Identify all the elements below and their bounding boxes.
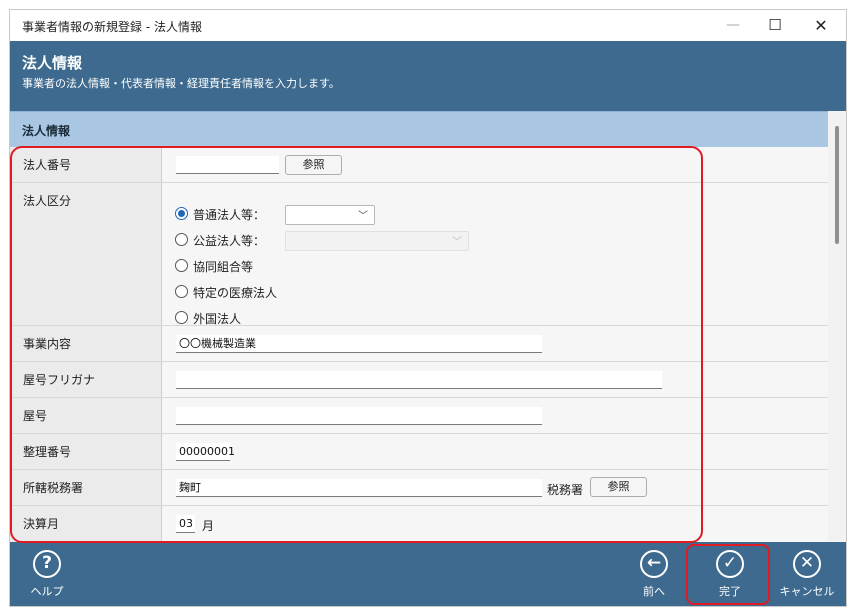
maximize-button[interactable]: ☐ [752, 10, 798, 41]
corp-number-input[interactable] [176, 156, 279, 174]
trade-name-input[interactable] [176, 407, 542, 425]
label-tax-office: 所轄税務署 [23, 481, 84, 495]
page-header: 法人情報 事業者の法人情報・代表者情報・経理責任者情報を入力します。 [10, 41, 846, 111]
label-trade-kana: 屋号フリガナ [23, 373, 96, 387]
row-corp-number: 法人番号 参照 [10, 147, 828, 183]
row-fiscal-month: 決算月 03 月 [10, 506, 828, 542]
scrollbar-thumb[interactable] [835, 126, 839, 244]
fiscal-month-unit: 月 [202, 519, 215, 533]
futsu-type-select[interactable]: ﹀ [285, 205, 375, 225]
ref-number-input[interactable]: 00000001 [176, 443, 235, 461]
close-window-button[interactable]: ✕ [798, 10, 844, 41]
window-title: 事業者情報の新規登録 - 法人情報 [22, 20, 202, 34]
question-circle-icon: ? [33, 550, 61, 578]
done-button[interactable]: ✓ 完了 [707, 542, 753, 606]
radio-dot [175, 285, 188, 298]
trade-kana-input[interactable] [176, 371, 662, 389]
label-corp-number: 法人番号 [23, 158, 72, 172]
radio-dot [175, 311, 188, 324]
chevron-down-icon: ﹀ [452, 237, 462, 248]
radio-dot [175, 207, 188, 220]
label-fiscal-month: 決算月 [23, 517, 60, 531]
section-header: 法人情報 [10, 111, 828, 147]
arrow-left-circle-icon: ← [640, 550, 668, 578]
row-tax-office: 所轄税務署 麹町 税務署 参照 [10, 470, 828, 506]
row-trade-kana: 屋号フリガナ [10, 362, 828, 398]
tax-office-browse-button[interactable]: 参照 [590, 477, 647, 497]
vertical-scrollbar[interactable] [828, 111, 846, 542]
radio-dot [175, 233, 188, 246]
koeki-type-select: ﹀ [285, 231, 469, 251]
tax-office-suffix: 税務署 [547, 483, 584, 497]
fiscal-month-input[interactable]: 03 [176, 515, 195, 533]
cancel-button[interactable]: ✕ キャンセル [772, 542, 842, 606]
row-business: 事業内容 〇〇機械製造業 [10, 326, 828, 362]
check-circle-icon: ✓ [716, 550, 744, 578]
help-button[interactable]: ? ヘルプ [24, 542, 70, 606]
minimize-button[interactable]: — [710, 10, 756, 41]
row-ref-number: 整理番号 00000001 [10, 434, 828, 470]
corp-number-browse-button[interactable]: 参照 [285, 155, 342, 175]
prev-button[interactable]: ← 前へ [631, 542, 677, 606]
label-business: 事業内容 [23, 337, 72, 351]
corporate-info-form: 法人番号 参照 法人区分 普通法人等： ﹀ 公益法人等： ﹀ 協同組合等 特定の… [10, 147, 828, 543]
label-trade-name: 屋号 [23, 409, 48, 423]
chevron-down-icon: ﹀ [358, 211, 368, 222]
footer-bar: ? ヘルプ ← 前へ ✓ 完了 ✕ キャンセル [10, 542, 846, 606]
page-title: 法人情報 [22, 54, 83, 72]
label-corp-class: 法人区分 [23, 194, 72, 208]
x-circle-icon: ✕ [793, 550, 821, 578]
dialog-window: 事業者情報の新規登録 - 法人情報 — ☐ ✕ 法人情報 事業者の法人情報・代表… [9, 9, 847, 607]
label-ref-number: 整理番号 [23, 445, 72, 459]
tax-office-input[interactable]: 麹町 [176, 479, 542, 497]
radio-dot [175, 259, 188, 272]
page-subtitle: 事業者の法人情報・代表者情報・経理責任者情報を入力します。 [22, 77, 340, 90]
row-corp-class: 法人区分 普通法人等： ﹀ 公益法人等： ﹀ 協同組合等 特定の医療法人 外国法… [10, 183, 828, 326]
section-title: 法人情報 [22, 124, 71, 138]
business-input[interactable]: 〇〇機械製造業 [176, 335, 542, 353]
title-bar: 事業者情報の新規登録 - 法人情報 — ☐ ✕ [10, 10, 846, 41]
row-trade-name: 屋号 [10, 398, 828, 434]
